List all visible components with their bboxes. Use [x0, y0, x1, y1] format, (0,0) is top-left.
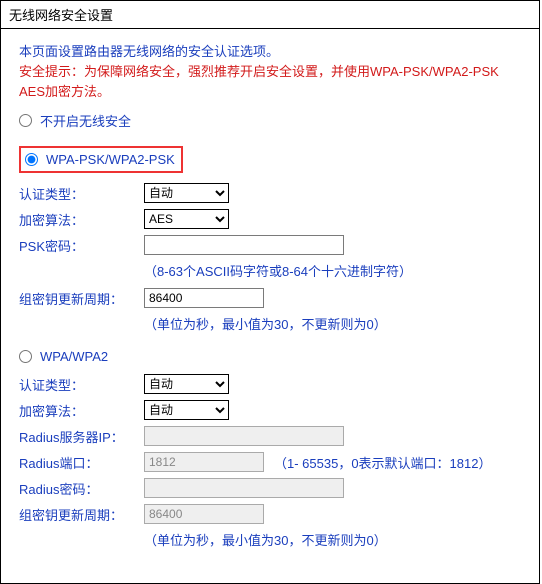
row-radius-ip: Radius服务器IP： [19, 426, 521, 446]
group-key-label-wpa: 组密钥更新周期： [19, 505, 144, 524]
psk-password-input[interactable] [144, 235, 344, 255]
radio-row-wpa: WPA/WPA2 [19, 349, 521, 364]
group-key-label-psk: 组密钥更新周期： [19, 289, 144, 308]
radio-no-security-label: 不开启无线安全 [40, 111, 131, 130]
panel-title: 无线网络安全设置 [1, 1, 539, 29]
radius-port-hint: （1- 65535，0表示默认端口：1812） [274, 453, 491, 472]
radius-pwd-label: Radius密码： [19, 479, 144, 498]
radio-wpa[interactable] [19, 350, 32, 363]
radio-row-wpa-psk: WPA-PSK/WPA2-PSK [19, 146, 183, 173]
radio-wpa-label: WPA/WPA2 [40, 349, 108, 364]
radio-wpa-psk[interactable] [25, 153, 38, 166]
wireless-security-panel: 无线网络安全设置 本页面设置路由器无线网络的安全认证选项。 安全提示：为保障网络… [0, 0, 540, 584]
section-wpa: WPA/WPA2 认证类型： 自动 加密算法： 自动 Radius服务器IP： … [19, 349, 521, 549]
radius-port-label: Radius端口： [19, 453, 144, 472]
group-key-input-wpa[interactable] [144, 504, 264, 524]
enc-type-label-psk: 加密算法： [19, 210, 144, 229]
security-warning: 安全提示：为保障网络安全，强烈推荐开启安全设置，并使用WPA-PSK/WPA2-… [19, 62, 521, 101]
row-group-key-wpa: 组密钥更新周期： [19, 504, 521, 524]
radius-ip-input[interactable] [144, 426, 344, 446]
radius-pwd-input[interactable] [144, 478, 344, 498]
auth-type-label-wpa: 认证类型： [19, 375, 144, 394]
auth-type-select-wpa[interactable]: 自动 [144, 374, 229, 394]
enc-type-select-psk[interactable]: AES [144, 209, 229, 229]
radio-no-security[interactable] [19, 114, 32, 127]
panel-content: 本页面设置路由器无线网络的安全认证选项。 安全提示：为保障网络安全，强烈推荐开启… [1, 29, 539, 583]
row-radius-port: Radius端口： （1- 65535，0表示默认端口：1812） [19, 452, 521, 472]
row-group-key-psk: 组密钥更新周期： [19, 288, 521, 308]
radius-ip-label: Radius服务器IP： [19, 427, 144, 446]
intro-text: 本页面设置路由器无线网络的安全认证选项。 [19, 41, 521, 60]
section-wpa-psk: WPA-PSK/WPA2-PSK 认证类型： 自动 加密算法： AES PSK密… [19, 146, 521, 333]
psk-password-hint: （8-63个ASCII码字符或8-64个十六进制字符） [144, 261, 521, 280]
auth-type-select-psk[interactable]: 自动 [144, 183, 229, 203]
row-radius-pwd: Radius密码： [19, 478, 521, 498]
row-psk-password: PSK密码： [19, 235, 521, 255]
enc-type-select-wpa[interactable]: 自动 [144, 400, 229, 420]
section-no-security: 不开启无线安全 [19, 111, 521, 130]
row-auth-type-psk: 认证类型： 自动 [19, 183, 521, 203]
group-key-hint-psk: （单位为秒，最小值为30，不更新则为0） [144, 314, 521, 333]
enc-type-label-wpa: 加密算法： [19, 401, 144, 420]
row-enc-type-psk: 加密算法： AES [19, 209, 521, 229]
radio-wpa-psk-label: WPA-PSK/WPA2-PSK [46, 152, 175, 167]
psk-password-label: PSK密码： [19, 236, 144, 255]
row-auth-type-wpa: 认证类型： 自动 [19, 374, 521, 394]
radius-port-input[interactable] [144, 452, 264, 472]
group-key-hint-wpa: （单位为秒，最小值为30，不更新则为0） [144, 530, 521, 549]
group-key-input-psk[interactable] [144, 288, 264, 308]
radio-row-no-security: 不开启无线安全 [19, 111, 521, 130]
row-enc-type-wpa: 加密算法： 自动 [19, 400, 521, 420]
auth-type-label-psk: 认证类型： [19, 184, 144, 203]
